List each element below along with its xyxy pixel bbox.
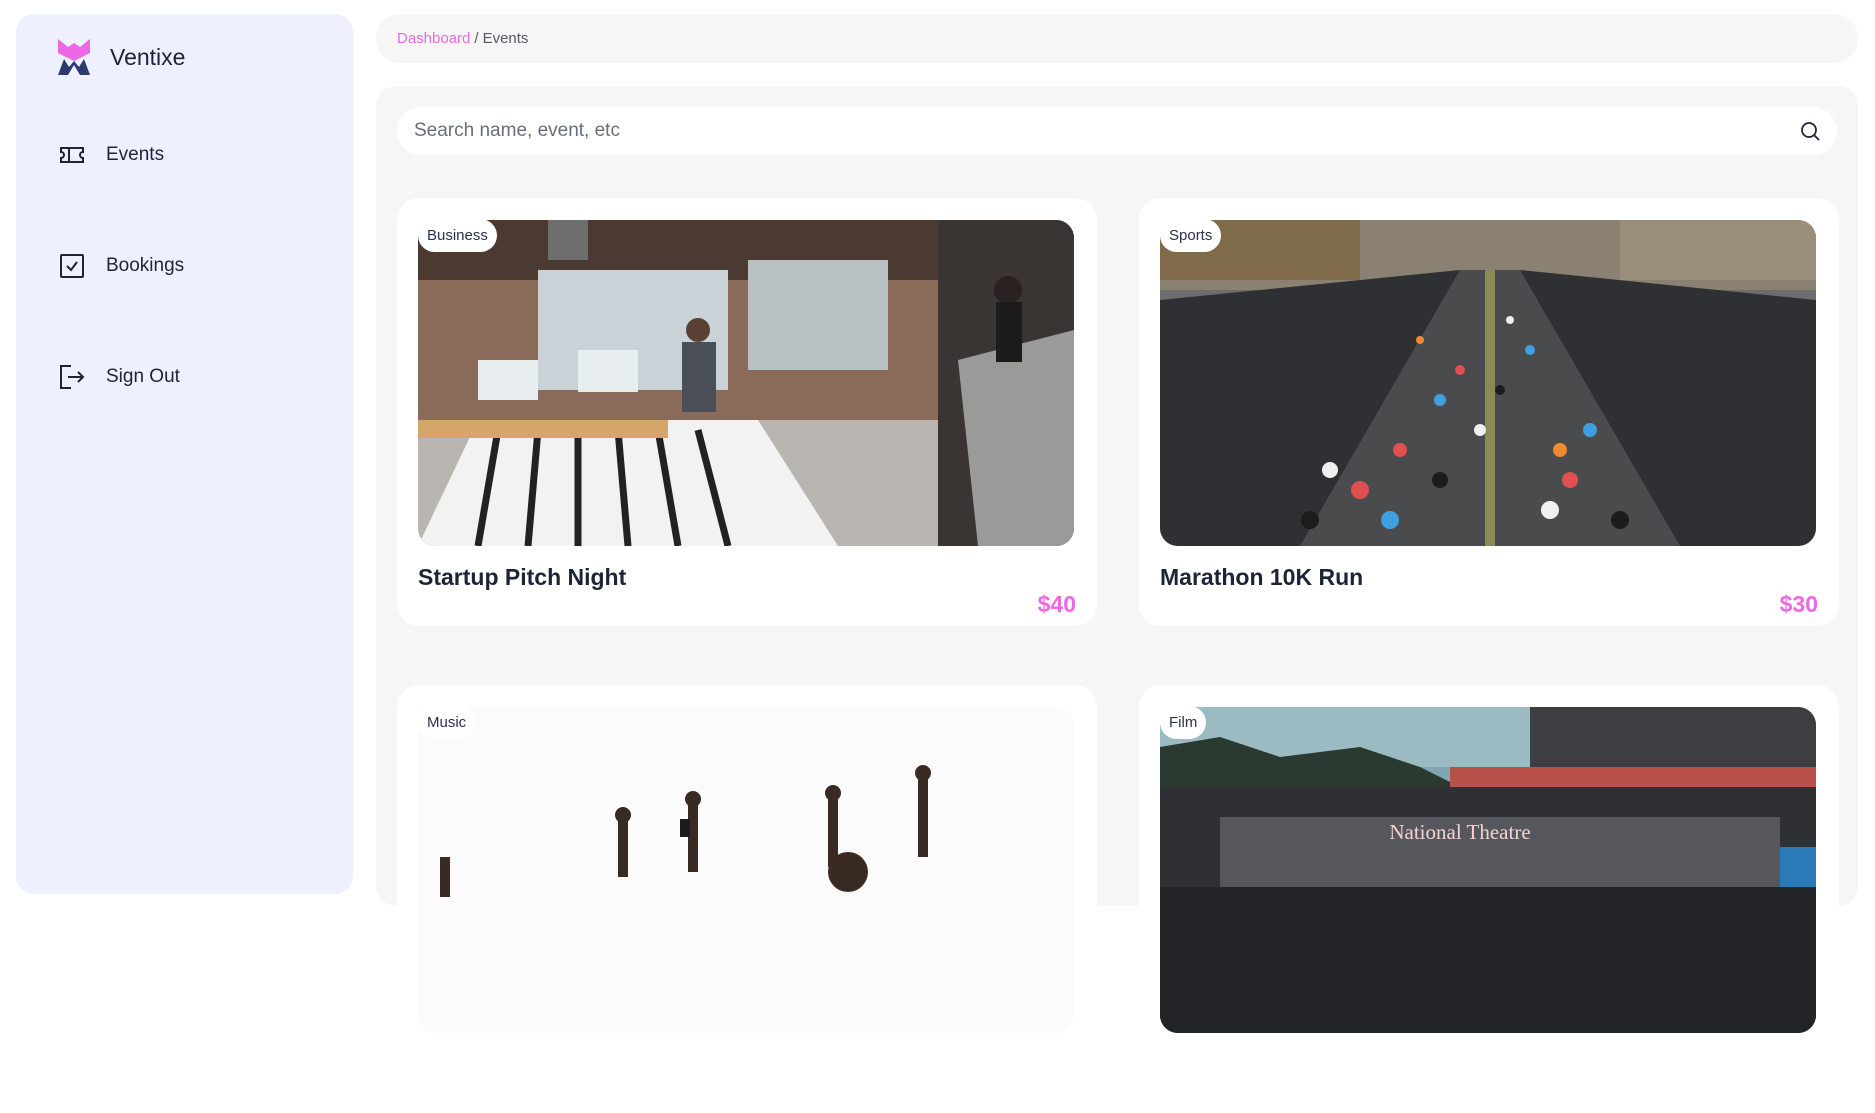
category-badge: Business <box>418 219 497 252</box>
sidebar: Ventixe Events Bookings Sign Out <box>16 14 353 894</box>
event-price: $40 <box>1037 591 1076 617</box>
event-price: $30 <box>1779 591 1818 617</box>
category-badge: Sports <box>1160 219 1222 252</box>
theatre-scene-image: National Theatre <box>1160 707 1816 1033</box>
check-square-icon <box>60 254 84 278</box>
event-card[interactable]: National Theatre Film <box>1139 685 1839 1113</box>
sign-out-icon <box>60 365 85 389</box>
event-image <box>418 220 1074 546</box>
ventixe-logo-icon <box>58 39 90 75</box>
sidebar-item-label: Bookings <box>106 255 185 276</box>
event-title: Marathon 10K Run <box>1160 564 1364 590</box>
category-badge: Film <box>1160 706 1207 739</box>
event-title: Startup Pitch Night <box>418 564 627 590</box>
events-panel: Business Startup Pitch Night $40 Spor <box>376 86 1858 1113</box>
event-image <box>418 707 1074 1033</box>
breadcrumb-separator: / <box>474 30 479 47</box>
event-card[interactable]: Sports Marathon 10K Run $30 <box>1139 198 1839 626</box>
theatre-sign-text: National Theatre <box>1389 820 1530 844</box>
brand-name: Ventixe <box>110 43 186 70</box>
search-button[interactable] <box>1797 118 1823 144</box>
sidebar-item-sign-out[interactable]: Sign Out <box>58 363 180 391</box>
brand[interactable]: Ventixe <box>58 39 185 75</box>
event-image: National Theatre <box>1160 707 1816 1033</box>
sidebar-item-bookings[interactable]: Bookings <box>58 252 184 280</box>
breadcrumb-current: Events <box>482 30 529 47</box>
ticket-icon <box>60 147 84 163</box>
event-image <box>1160 220 1816 546</box>
event-card[interactable]: Music <box>397 685 1097 1113</box>
sidebar-item-label: Sign Out <box>106 366 180 387</box>
search-bar <box>397 107 1837 155</box>
crowd-scene-image <box>418 707 1074 1033</box>
sidebar-item-events[interactable]: Events <box>58 141 164 169</box>
category-badge: Music <box>418 706 476 739</box>
search-input[interactable] <box>414 120 1797 142</box>
marathon-scene-image <box>1160 220 1816 546</box>
office-scene-image <box>418 220 1074 546</box>
event-card[interactable]: Business Startup Pitch Night $40 <box>397 198 1097 626</box>
breadcrumb-dashboard-link[interactable]: Dashboard <box>397 30 470 47</box>
sidebar-item-label: Events <box>106 144 165 165</box>
breadcrumb: Dashboard / Events <box>376 14 1858 63</box>
search-icon <box>1801 122 1820 141</box>
